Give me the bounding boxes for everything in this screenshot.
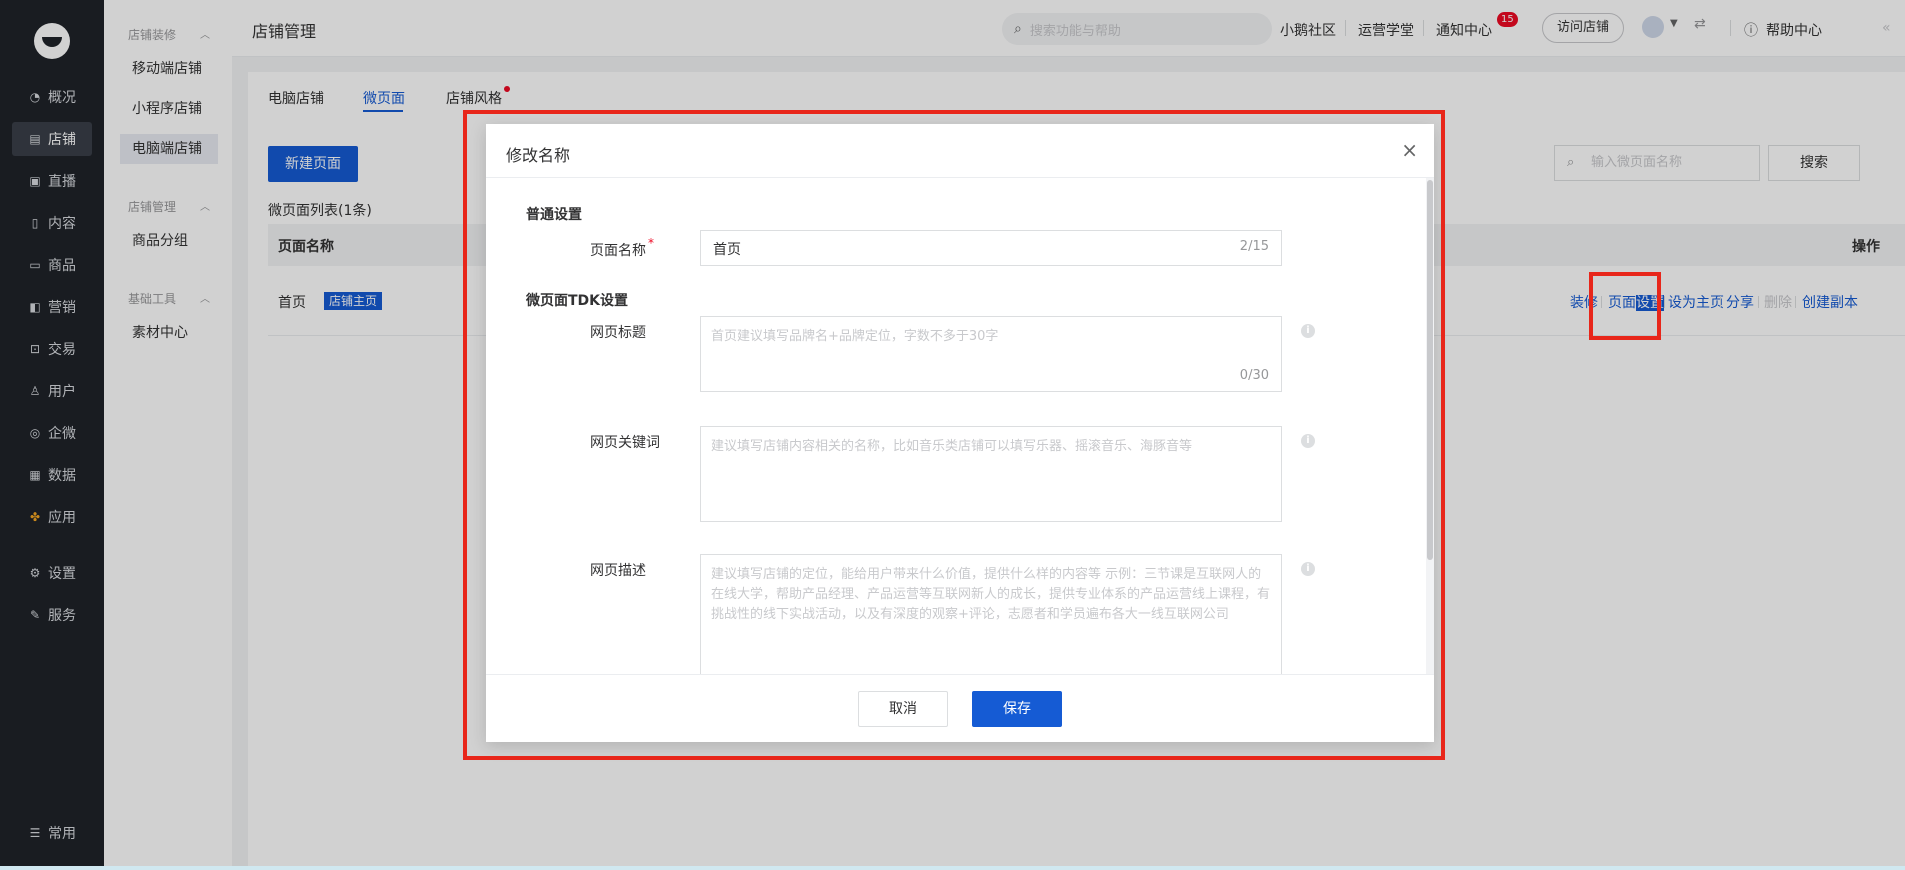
bottom-strip (0, 866, 1905, 870)
highlight-box-page-settings (1589, 272, 1661, 340)
highlight-box-dialog (463, 110, 1445, 760)
